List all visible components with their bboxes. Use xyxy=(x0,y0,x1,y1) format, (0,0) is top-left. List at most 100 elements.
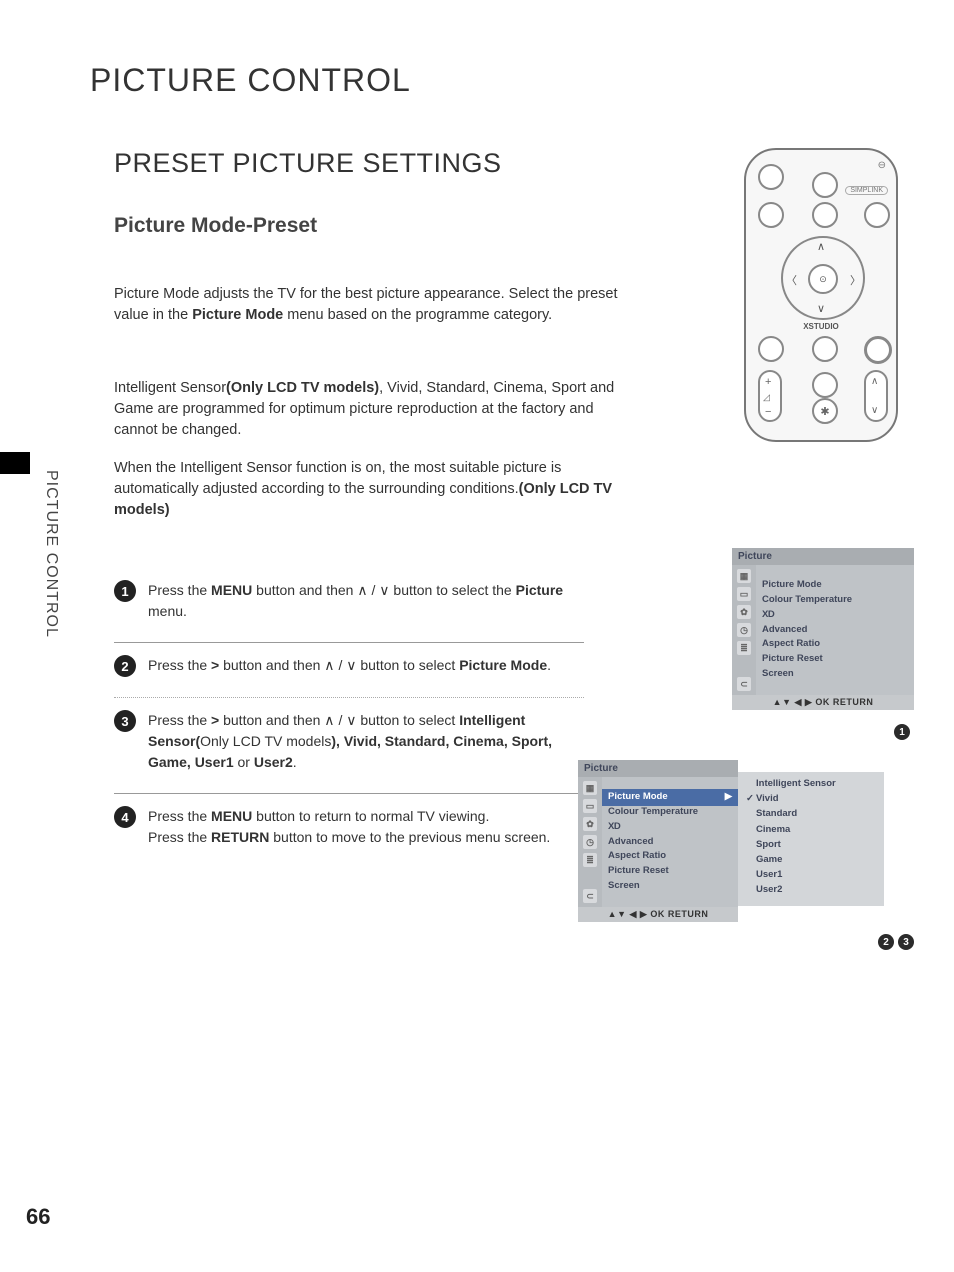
osd-item-xd: XD xyxy=(608,820,732,835)
step-3: 3 Press the > button and then ∧ / ∨ butt… xyxy=(114,698,584,794)
display-icon: ▭ xyxy=(737,587,751,601)
osd-menu-1: Picture ▦ ▭ ✿ ◷ ≣ ⊂ Picture Mode Colour … xyxy=(732,548,914,710)
submenu-item: Sport xyxy=(746,837,876,852)
remote-button-e xyxy=(812,336,838,362)
page-title-h1: PICTURE CONTROL xyxy=(90,62,411,99)
osd-footer: ▲▼ ◀ ▶ OK RETURN xyxy=(732,695,914,710)
osd-item: Screen xyxy=(608,879,732,894)
text: When the Intelligent Sensor function is … xyxy=(114,460,561,497)
step-number: 2 xyxy=(114,655,136,677)
manual-page: PICTURE CONTROL 66 PICTURE CONTROL PRESE… xyxy=(0,0,954,1272)
osd-item: Aspect Ratio xyxy=(762,637,908,652)
step-text: Press the MENU button to return to norma… xyxy=(148,806,584,848)
osd-item: Picture Mode xyxy=(762,578,908,593)
list-icon: ≣ xyxy=(583,853,597,867)
remote-button-b xyxy=(812,202,838,228)
osd-footer: ▲▼ ◀ ▶ OK RETURN xyxy=(578,907,738,922)
osd-title: Picture xyxy=(578,760,738,777)
step-2: 2 Press the > button and then ∧ / ∨ butt… xyxy=(114,643,584,698)
text: menu based on the programme category. xyxy=(283,307,552,323)
remote-button-a xyxy=(758,202,784,228)
volume-rocker-icon: + ◿ − xyxy=(758,370,782,422)
osd-item-xd: XD xyxy=(762,608,908,623)
chevron-down-icon: ∨ xyxy=(817,302,825,315)
power-button-icon xyxy=(758,164,784,190)
input-icon: ⊂ xyxy=(737,677,751,691)
osd-items: Picture Mode Colour Temperature XD Advan… xyxy=(756,574,914,685)
chevron-right-icon: 〉 xyxy=(850,272,861,288)
step-1: 1 Press the MENU button and then ∧ / ∨ b… xyxy=(114,568,584,643)
osd-items: Picture Mode▶ Colour Temperature XD Adva… xyxy=(602,786,738,897)
osd-title: Picture xyxy=(732,548,914,565)
bold-text: Picture Mode xyxy=(192,307,283,323)
step-4: 4 Press the MENU button to return to nor… xyxy=(114,794,584,868)
gear-icon: ✿ xyxy=(737,605,751,619)
simplink-label: SIMPLINK xyxy=(845,186,888,195)
osd-menu-2: Picture ▦ ▭ ✿ ◷ ≣ ⊂ Picture Mode▶ Colour… xyxy=(578,760,738,922)
step-text: Press the MENU button and then ∧ / ∨ but… xyxy=(148,580,584,622)
submenu-item: Game xyxy=(746,852,876,867)
osd-item: Aspect Ratio xyxy=(608,849,732,864)
step-number: 1 xyxy=(114,580,136,602)
list-icon: ≣ xyxy=(737,641,751,655)
intro-paragraph-2: Intelligent Sensor(Only LCD TV models), … xyxy=(114,378,624,441)
remote-button-f xyxy=(864,336,892,364)
remote-button-g xyxy=(812,372,838,398)
clock-icon: ◷ xyxy=(737,623,751,637)
step-number: 3 xyxy=(114,710,136,732)
osd-icon-column: ▦ ▭ ✿ ◷ ≣ ⊂ xyxy=(732,565,756,695)
step-number: 4 xyxy=(114,806,136,828)
picture-icon: ▦ xyxy=(737,569,751,583)
gear-icon: ✿ xyxy=(583,817,597,831)
step-text: Press the > button and then ∧ / ∨ button… xyxy=(148,655,584,676)
step-text: Press the > button and then ∧ / ∨ button… xyxy=(148,710,584,773)
chevron-left-icon: 〈 xyxy=(786,272,797,288)
step-badge: 4 xyxy=(114,806,148,828)
channel-rocker-icon: ∧ ∨ xyxy=(864,370,888,422)
intro-paragraph-3: When the Intelligent Sensor function is … xyxy=(114,458,624,521)
submenu-item: Intelligent Sensor xyxy=(746,776,876,791)
picture-icon: ▦ xyxy=(583,781,597,795)
text: Intelligent Sensor xyxy=(114,380,226,396)
remote-button-c xyxy=(864,202,890,228)
osd-item: Advanced xyxy=(608,835,732,850)
submenu-item: User2 xyxy=(746,882,876,897)
steps-list: 1 Press the MENU button and then ∧ / ∨ b… xyxy=(114,568,584,868)
osd-item: Picture Reset xyxy=(762,652,908,667)
display-icon: ▭ xyxy=(583,799,597,813)
check-icon: ✓ xyxy=(746,791,756,806)
callout-badge-3: 3 xyxy=(898,934,914,950)
callout-badge-1: 1 xyxy=(894,724,910,740)
bold-text: (Only LCD TV models) xyxy=(226,380,379,396)
osd-item: Picture Reset xyxy=(608,864,732,879)
submenu-item: Cinema xyxy=(746,822,876,837)
osd-item-selected: Picture Mode▶ xyxy=(602,789,738,806)
led-icon: ⊖ xyxy=(878,160,886,171)
section-title-h2: PRESET PICTURE SETTINGS xyxy=(114,148,502,179)
osd-item: Colour Temperature xyxy=(608,805,732,820)
osd-icon-column: ▦ ▭ ✿ ◷ ≣ ⊂ xyxy=(578,777,602,907)
page-number: 66 xyxy=(26,1204,50,1230)
step-badge: 3 xyxy=(114,710,148,732)
mute-button-icon: ✱ xyxy=(812,398,838,424)
side-tab-marker xyxy=(0,452,30,474)
osd-item: Colour Temperature xyxy=(762,593,908,608)
remote-button-d xyxy=(758,336,784,362)
subsection-title-h3: Picture Mode-Preset xyxy=(114,214,317,238)
osd-submenu: Intelligent Sensor ✓Vivid Standard Cinem… xyxy=(738,772,884,906)
clock-icon: ◷ xyxy=(583,835,597,849)
ok-button-icon: ⊙ xyxy=(808,264,838,294)
chevron-right-icon: ▶ xyxy=(725,790,732,805)
remote-illustration: ⊖ SIMPLINK ⊙ ∧ ∨ 〈 〉 XSTUDIO + ◿ − ✱ ∧ ∨ xyxy=(744,148,898,442)
submenu-item: User1 xyxy=(746,867,876,882)
osd-item: Advanced xyxy=(762,623,908,638)
osd-item: Screen xyxy=(762,667,908,682)
intro-paragraph-1: Picture Mode adjusts the TV for the best… xyxy=(114,284,624,326)
submenu-item-checked: ✓Vivid xyxy=(746,791,876,806)
xstudio-label: XSTUDIO xyxy=(746,322,896,331)
side-tab-label: PICTURE CONTROL xyxy=(42,470,60,638)
callout-badge-2: 2 xyxy=(878,934,894,950)
step-badge: 1 xyxy=(114,580,148,602)
submenu-item: Standard xyxy=(746,806,876,821)
chevron-up-icon: ∧ xyxy=(817,240,825,253)
